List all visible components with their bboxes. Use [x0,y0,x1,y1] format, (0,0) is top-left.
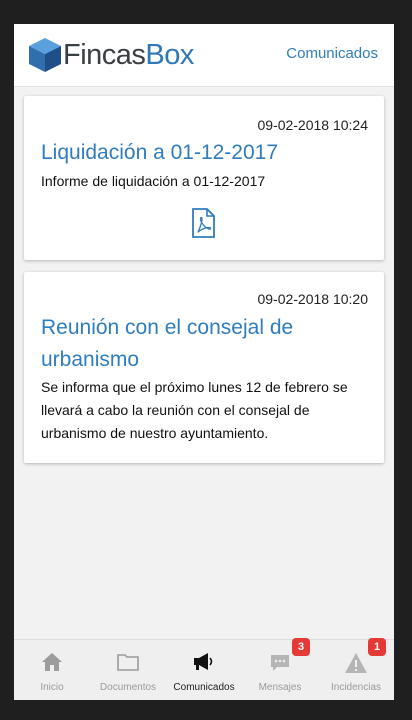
bottom-tab-bar: Inicio Documentos Comunicados 3 Mensajes… [14,638,394,700]
tab-label: Mensajes [258,682,302,693]
notice-card[interactable]: 09-02-2018 10:20 Reunión con el consejal… [24,272,384,463]
tab-label: Inicio [40,682,64,693]
tab-label: Documentos [99,682,157,693]
brand-name-part1: Fincas [63,38,146,71]
tab-label: Incidencias [330,682,382,693]
notice-title-line: Reunión con el consejal de [41,316,294,339]
notice-title-line: urbanismo [41,348,140,371]
notice-body: Se informa que el próximo lunes 12 de fe… [41,376,370,445]
app-screen: FincasBox Comunicados 09-02-2018 10:24 L… [14,24,394,700]
notice-date: 09-02-2018 10:24 [257,117,368,133]
pdf-icon[interactable] [190,208,216,238]
notice-title[interactable]: Liquidación a 01-12-2017 [41,137,368,169]
home-icon [14,652,90,674]
unread-badge: 3 [292,638,310,656]
incidents-badge: 1 [368,638,386,656]
brand-name-part2: Box [145,38,194,71]
notice-body-line: urbanismo de nuestro ayuntamiento. [41,425,269,441]
tab-documentos[interactable]: Documentos [90,640,166,700]
notice-body-line: llevará a cabo la reunión con el conseja… [41,402,310,418]
tab-comunicados[interactable]: Comunicados [166,640,242,700]
brand-name: FincasBox [63,38,194,71]
notice-card[interactable]: 09-02-2018 10:24 Liquidación a 01-12-201… [24,96,384,260]
notice-title[interactable]: Reunión con el consejal de urbanismo [41,312,368,376]
app-header: FincasBox Comunicados [14,24,394,87]
section-title-link[interactable]: Comunicados [286,45,378,62]
folder-icon [90,652,166,674]
tab-incidencias[interactable]: 1 Incidencias [318,638,394,700]
megaphone-icon [166,652,242,674]
fincasbox-logo[interactable]: FincasBox [27,35,194,75]
notice-body: Informe de liquidación a 01-12-2017 [41,173,266,189]
tab-inicio[interactable]: Inicio [14,640,90,700]
tab-label: Comunicados [173,682,235,693]
notices-list: 09-02-2018 10:24 Liquidación a 01-12-201… [14,86,394,639]
cube-logo-icon [29,38,61,72]
notice-body-line: Se informa que el próximo lunes 12 de fe… [41,379,348,395]
tab-mensajes[interactable]: 3 Mensajes [242,638,318,700]
notice-date: 09-02-2018 10:20 [257,291,368,307]
